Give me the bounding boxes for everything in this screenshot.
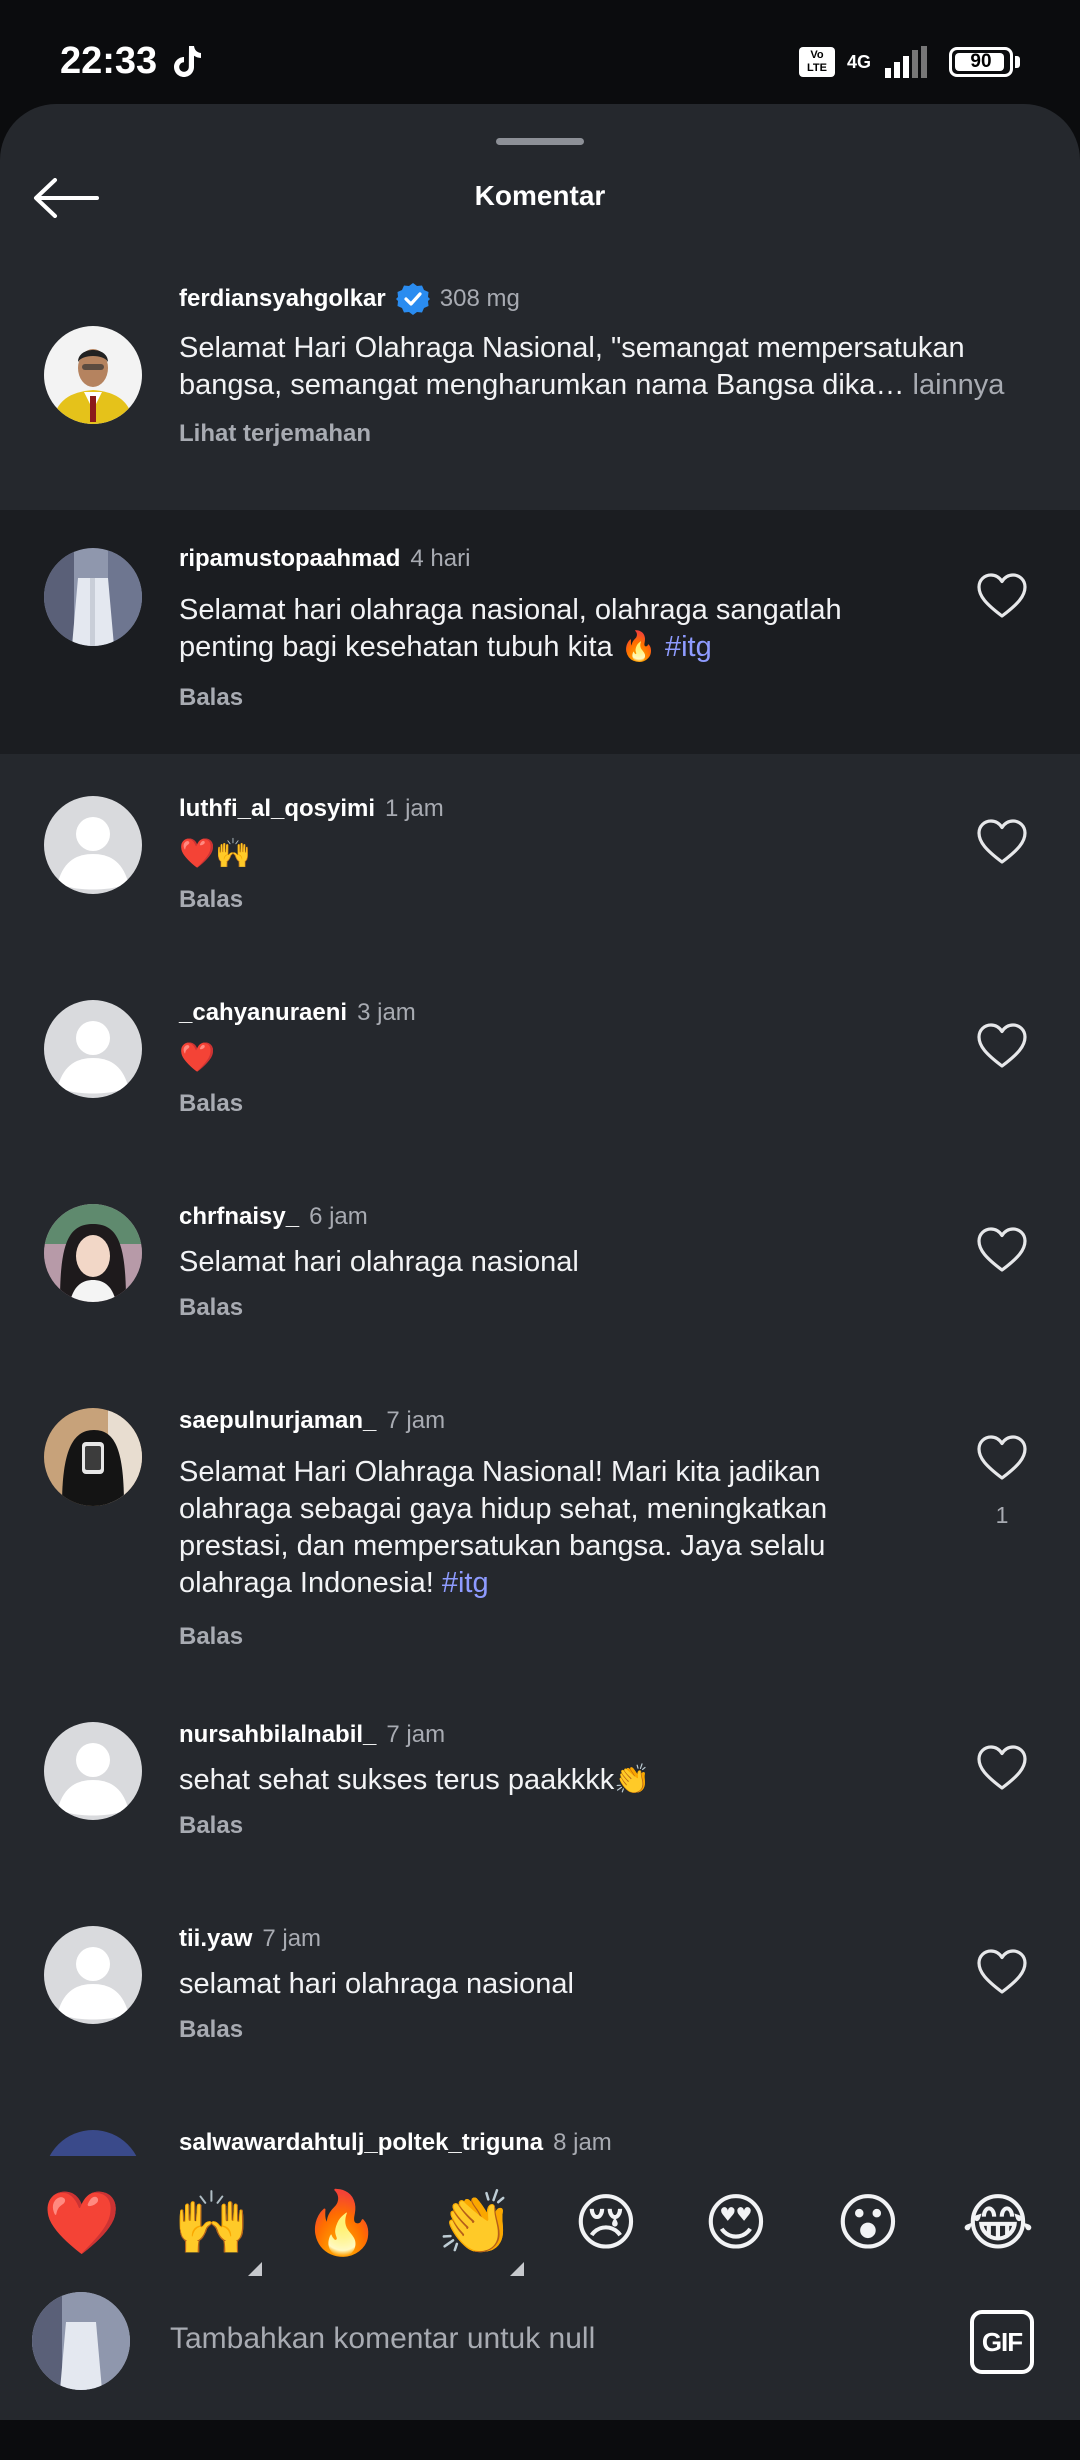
- reply-button[interactable]: Balas: [179, 1811, 940, 1841]
- hashtag[interactable]: #itg: [442, 1567, 489, 1599]
- post-caption: ferdiansyahgolkar 308 mg Selamat Hari Ol…: [0, 272, 1080, 510]
- emoji-heart-eyes[interactable]: 😍: [696, 2184, 776, 2264]
- reply-button[interactable]: Balas: [179, 885, 940, 915]
- default-avatar-icon[interactable]: [44, 1722, 142, 1820]
- comment-text: ❤️🙌: [179, 838, 252, 870]
- timestamp: 8 jam: [553, 2129, 612, 2156]
- username[interactable]: ripamustopaahmad: [179, 544, 400, 574]
- default-avatar-icon[interactable]: [44, 796, 142, 894]
- comment-item: salwawardahtulj_poltek_triguna 8 jam: [0, 2088, 1080, 2156]
- timestamp: 308 mg: [439, 285, 520, 312]
- comment-item: nursahbilalnabil_ 7 jam sehat sehat suks…: [0, 1680, 1080, 1880]
- heart-icon[interactable]: [976, 1434, 1028, 1482]
- username[interactable]: tii.yaw: [179, 1924, 252, 1954]
- username[interactable]: salwawardahtulj_poltek_triguna: [179, 2128, 543, 2156]
- status-bar: 22:33 Vo LTE 4G 90: [0, 0, 1080, 104]
- emoji-crying[interactable]: 😢: [566, 2184, 646, 2264]
- reply-button[interactable]: Balas: [179, 2015, 940, 2045]
- comment-item: saepulnurjaman_ 7 jam Selamat Hari Olahr…: [0, 1366, 1080, 1676]
- tiktok-notification-icon: [174, 46, 201, 77]
- page-title: Komentar: [474, 180, 606, 211]
- reply-button[interactable]: Balas: [179, 683, 940, 713]
- heart-icon[interactable]: [976, 1226, 1028, 1274]
- gif-button[interactable]: GIF: [970, 2310, 1034, 2374]
- emoji-surprised[interactable]: 😮: [828, 2184, 908, 2264]
- network-type: 4G: [847, 52, 872, 72]
- timestamp: 7 jam: [386, 1407, 446, 1434]
- timestamp: 6 jam: [309, 1203, 368, 1230]
- timestamp: 1 jam: [385, 795, 444, 822]
- comment-text: sehat sehat sukses terus paakkkk👏: [179, 1764, 651, 1796]
- emoji-raised-hands[interactable]: 🙌: [172, 2184, 252, 2264]
- comment-text: Selamat Hari Olahraga Nasional! Mari kit…: [179, 1456, 828, 1599]
- volte-icon: Vo LTE: [799, 47, 835, 77]
- battery-icon: 90: [949, 47, 1013, 77]
- comment-composer: ❤️ 🙌 🔥 👏 😢 😍 😮 😂 Tambahkan komentar untu…: [0, 2156, 1080, 2420]
- avatar[interactable]: [44, 1408, 142, 1506]
- like-count[interactable]: 1: [976, 1502, 1028, 1529]
- heart-icon[interactable]: [976, 818, 1028, 866]
- username[interactable]: _cahyanuraeni: [179, 998, 347, 1028]
- emoji-heart[interactable]: ❤️: [42, 2184, 122, 2264]
- username[interactable]: chrfnaisy_: [179, 1202, 299, 1232]
- avatar[interactable]: [44, 548, 142, 646]
- timestamp: 7 jam: [262, 1925, 322, 1952]
- caption-text: Selamat Hari Olahraga Nasional, "semanga…: [179, 332, 1005, 401]
- default-avatar-icon[interactable]: [44, 1926, 142, 2024]
- comment-item: chrfnaisy_ 6 jam Selamat hari olahraga n…: [0, 1162, 1080, 1362]
- comment-item: luthfi_al_qosyimi 1 jam ❤️🙌 Balas: [0, 754, 1080, 954]
- comment-text: ❤️: [179, 1042, 216, 1074]
- username[interactable]: ferdiansyahgolkar: [179, 284, 386, 314]
- skin-tone-indicator: [510, 2262, 524, 2276]
- timestamp: 4 hari: [410, 545, 471, 572]
- drag-handle[interactable]: [496, 138, 584, 145]
- username[interactable]: saepulnurjaman_: [179, 1406, 376, 1436]
- status-icons: Vo LTE 4G 90: [799, 42, 1020, 82]
- comment-item: _cahyanuraeni 3 jam ❤️ Balas: [0, 958, 1080, 1158]
- reply-button[interactable]: Balas: [179, 1293, 940, 1323]
- comment-item: tii.yaw 7 jam selamat hari olahraga nasi…: [0, 1884, 1080, 2084]
- more-link[interactable]: lainnya: [904, 369, 1005, 401]
- reply-button[interactable]: Balas: [179, 1622, 940, 1652]
- caption-meta: ferdiansyahgolkar 308 mg: [179, 283, 1060, 315]
- comment-text: selamat hari olahraga nasional: [179, 1968, 574, 2000]
- timestamp: 7 jam: [386, 1721, 446, 1748]
- heart-icon[interactable]: [976, 1022, 1028, 1070]
- comments-sheet: Komentar ferdiansyahgolkar 308 mg Selama…: [0, 104, 1080, 2420]
- default-avatar-icon[interactable]: [44, 1000, 142, 1098]
- system-nav-bar: [0, 2420, 1080, 2460]
- heart-icon[interactable]: [976, 1744, 1028, 1792]
- username[interactable]: luthfi_al_qosyimi: [179, 794, 375, 824]
- comment-text: Selamat hari olahraga nasional, olahraga…: [179, 594, 842, 663]
- battery-level: 90: [970, 51, 992, 72]
- composer-input-row: Tambahkan komentar untuk null GIF: [0, 2282, 1080, 2398]
- timestamp: 3 jam: [357, 999, 416, 1026]
- avatar[interactable]: [44, 2130, 142, 2156]
- comment-item: ripamustopaahmad 4 hari Selamat hari ola…: [0, 510, 1080, 754]
- emoji-quick-bar: ❤️ 🙌 🔥 👏 😢 😍 😮 😂: [0, 2156, 1080, 2276]
- comment-input[interactable]: Tambahkan komentar untuk null: [170, 2322, 595, 2356]
- emoji-fire[interactable]: 🔥: [302, 2184, 382, 2264]
- username[interactable]: nursahbilalnabil_: [179, 1720, 376, 1750]
- avatar[interactable]: [44, 326, 142, 424]
- heart-icon[interactable]: [976, 572, 1028, 620]
- heart-icon[interactable]: [976, 1948, 1028, 1996]
- translate-link[interactable]: Lihat terjemahan: [179, 419, 1060, 449]
- emoji-clapping[interactable]: 👏: [436, 2184, 516, 2264]
- comment-text: Selamat hari olahraga nasional: [179, 1246, 579, 1278]
- avatar[interactable]: [44, 1204, 142, 1302]
- my-avatar: [32, 2292, 130, 2390]
- reply-button[interactable]: Balas: [179, 1089, 940, 1119]
- skin-tone-indicator: [248, 2262, 262, 2276]
- hashtag[interactable]: #itg: [665, 631, 712, 663]
- emoji-laughing[interactable]: 😂: [958, 2184, 1038, 2264]
- verified-badge-icon: [395, 283, 430, 315]
- signal-icon: [885, 46, 927, 78]
- status-time: 22:33: [60, 40, 158, 82]
